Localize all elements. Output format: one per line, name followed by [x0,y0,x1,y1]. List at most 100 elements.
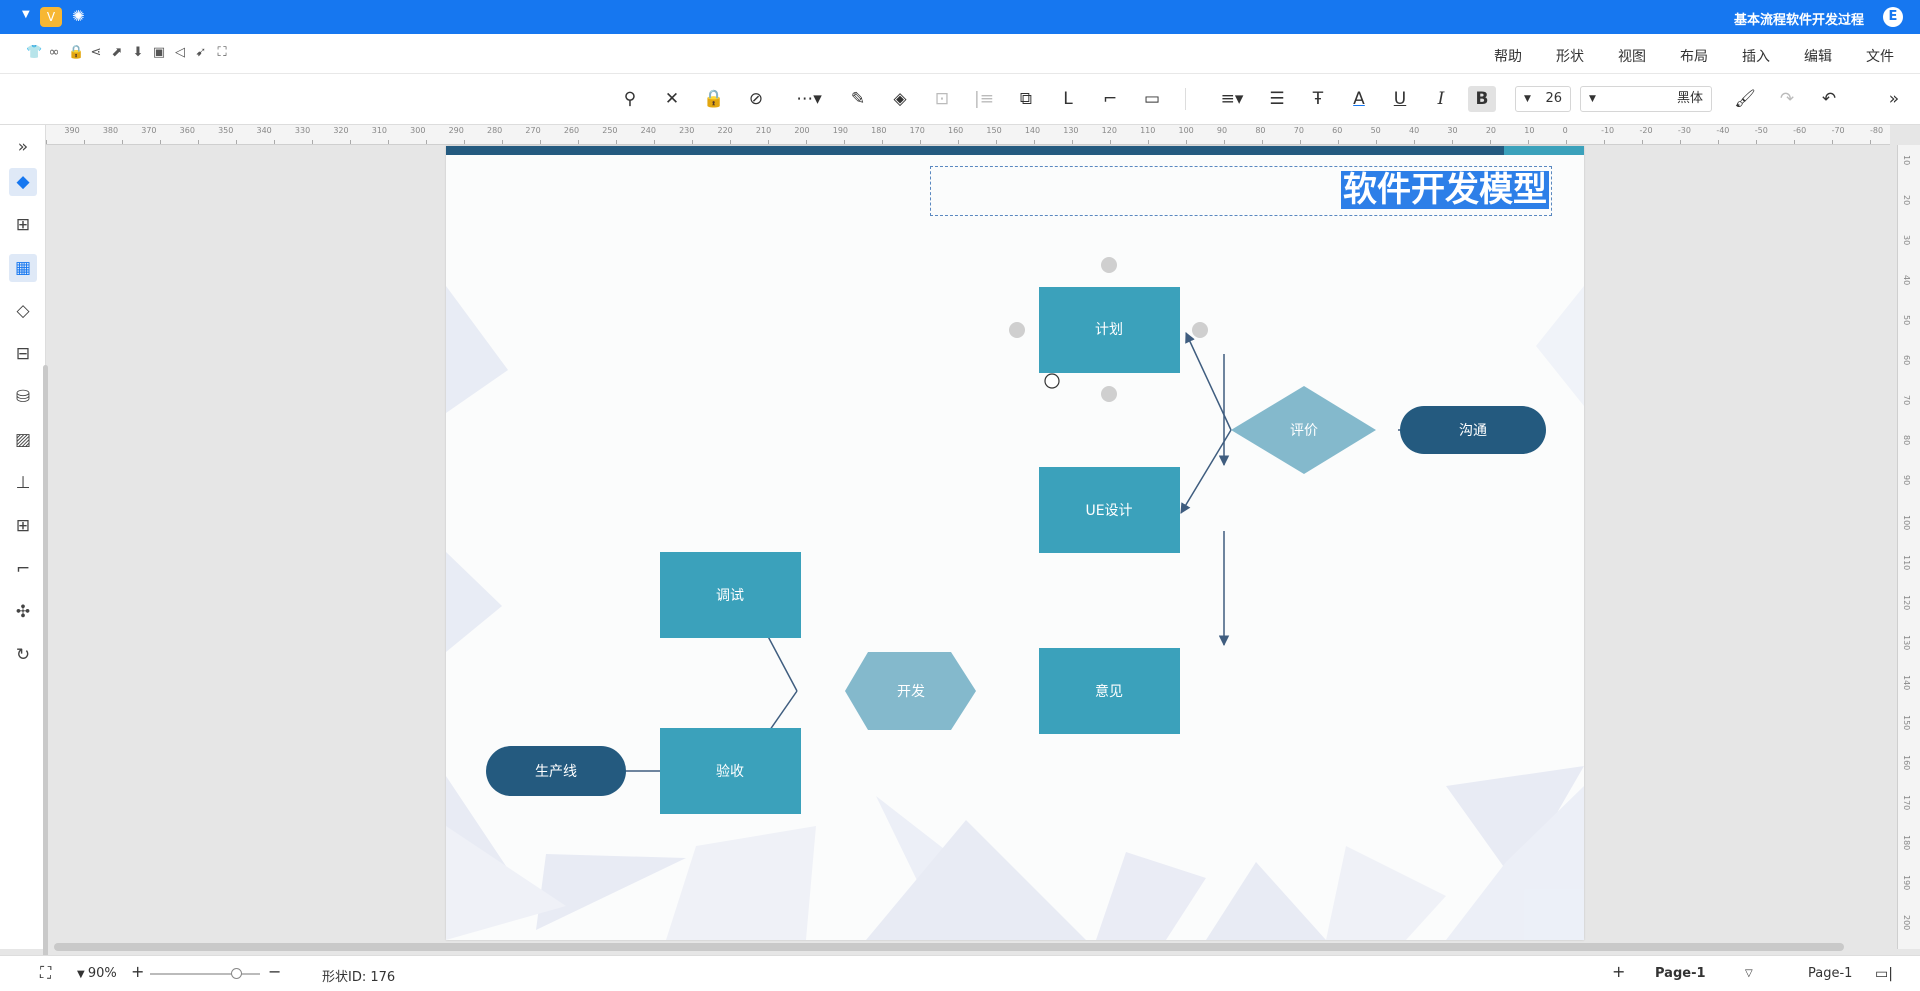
timeline-icon[interactable]: ⌐ [9,555,37,583]
add-page-icon[interactable]: + [1612,962,1625,981]
format-painter-icon[interactable]: ◆ [9,168,37,196]
theme-icon[interactable]: ✺ [72,7,85,25]
redo-icon[interactable]: ↷ [1773,86,1801,112]
image-icon[interactable]: ▨ [9,426,37,454]
fit-page-icon[interactable]: ⛶ [40,963,51,983]
ruler-tick-label: -10 [1601,126,1615,135]
crop-icon[interactable]: ⊘ [742,86,770,112]
fullscreen-icon[interactable]: ⛶ [215,45,229,60]
line-spacing-icon[interactable]: ≡▾ [1214,86,1250,112]
node-accept[interactable]: 验收 [660,728,801,814]
drawing-canvas[interactable]: 计划 UE设计 意见 调试 验收 开发 评价 沟通 生产线 软件开发模型 [446,146,1584,940]
menu-file[interactable]: 文件 [1866,46,1894,66]
search-icon[interactable]: ⚲ [616,86,644,112]
vip-icon[interactable]: V [40,7,62,27]
zoom-in-icon[interactable]: + [131,962,144,981]
pointer-icon[interactable]: ➹ [194,45,208,60]
node-production[interactable]: 生产线 [486,746,626,796]
layers-icon[interactable]: ◇ [9,297,37,325]
page-icon[interactable]: ⊞ [9,211,37,239]
font-color-icon[interactable]: A [1345,86,1373,112]
menu-layout[interactable]: 布局 [1680,46,1708,66]
download-icon[interactable]: ⬇ [131,45,145,60]
share-icon[interactable]: ⋖ [89,45,103,60]
play-icon[interactable]: ◁ [173,45,187,60]
node-ue-design[interactable]: UE设计 [1039,467,1180,553]
menu-insert[interactable]: 插入 [1742,46,1770,66]
pen-icon[interactable]: ✎ [844,86,872,112]
expand-icon[interactable]: » [9,133,37,161]
export-icon[interactable]: ⬈ [110,45,124,60]
zoom-slider-handle[interactable] [231,968,242,979]
node-opinion[interactable]: 意见 [1039,648,1180,734]
text-box-icon[interactable]: ▭ [1138,86,1166,112]
line-icon[interactable]: L [1054,86,1082,112]
ruler-tick-label: 30 [1902,235,1911,246]
fill-icon[interactable]: ◈ [886,86,914,112]
menu-edit[interactable]: 编辑 [1804,46,1832,66]
shape-id: 形状ID: 176 [322,970,396,985]
node-plan[interactable]: 计划 [1039,287,1180,373]
mindmap-icon[interactable]: ✣ [9,598,37,626]
lock-icon[interactable]: 🔒 [68,45,84,60]
text-style-icon[interactable]: Ŧ [1304,86,1332,112]
canvas-header-accent [1504,146,1584,155]
save-icon[interactable]: ▣ [152,45,166,60]
font-family-select[interactable]: 黑体 ▼ [1580,86,1712,112]
diagram-title-box[interactable]: 软件开发模型 [930,166,1552,216]
shirt-icon[interactable]: 👕 [26,45,42,60]
group-icon[interactable]: ⊡ [928,86,956,112]
menu-view[interactable]: 视图 [1618,46,1646,66]
page-select[interactable]: Page-1 [1808,966,1852,981]
underline-icon[interactable]: U [1386,86,1414,112]
node-plan-label: 计划 [1095,322,1123,338]
node-develop[interactable]: 开发 [845,652,976,730]
ruler-tick-label: 230 [679,126,695,135]
lock-icon[interactable]: 🔒 [700,86,728,112]
zoom-slider[interactable] [150,973,260,975]
vertical-scrollbar[interactable] [43,365,48,965]
node-debug[interactable]: 调试 [660,552,801,638]
zoom-dropdown[interactable]: ▼ 90% [77,966,117,981]
zoom-out-icon[interactable]: − [268,962,281,981]
node-ue-design-label: UE设计 [1085,503,1132,519]
horizontal-scrollbar[interactable] [54,943,1844,951]
ruler-tick-label: 30 [1447,126,1458,135]
connector-icon[interactable]: ⌐ [1096,86,1124,112]
diagram-title[interactable]: 软件开发模型 [1341,171,1549,209]
bold-icon[interactable]: B [1468,86,1496,112]
glasses-icon[interactable]: ∞ [47,45,61,60]
align-shapes-icon[interactable]: |≡ [970,86,998,112]
chevron-down-icon[interactable]: ▽ [1745,968,1753,979]
font-family-value: 黑体 [1676,91,1703,106]
node-communicate[interactable]: 沟通 [1400,406,1546,454]
ruler-tick-label: 40 [1902,275,1911,286]
menu-help[interactable]: 帮助 [1494,46,1522,66]
ruler-tick-label: 270 [525,126,541,135]
page-tab[interactable]: Page-1 [1655,966,1706,981]
format-painter-icon[interactable]: 🖌 [1731,86,1759,112]
line-style-icon[interactable]: ⋯▾ [789,86,829,112]
table-icon[interactable]: ⊞ [9,512,37,540]
node-evaluate[interactable]: 评价 [1231,386,1376,474]
undo-icon[interactable]: ↶ [1815,86,1843,112]
tools-icon[interactable]: ✕ [658,86,686,112]
menu-shape[interactable]: 形状 [1556,46,1584,66]
copy-style-icon[interactable]: ⧉ [1012,86,1040,112]
org-chart-icon[interactable]: ⊥ [9,469,37,497]
grid-icon[interactable]: ▦ [9,254,37,282]
ruler-tick-label: 120 [1902,595,1911,611]
dropdown-caret-icon[interactable]: ▼ [22,9,30,20]
font-size-select[interactable]: 26 ▼ [1515,86,1571,112]
page-panel-icon[interactable]: ▭| [1875,966,1893,982]
italic-icon[interactable]: I [1427,86,1455,112]
node-opinion-label: 意见 [1095,683,1123,700]
ruler-tick-label: 190 [1902,875,1911,891]
database-icon[interactable]: ⛁ [9,383,37,411]
node-evaluate-label: 评价 [1290,423,1318,439]
align-icon[interactable]: ☰ [1263,86,1291,112]
history-icon[interactable]: ↻ [9,641,37,669]
collapse-panel-icon[interactable]: » [1880,86,1908,112]
presentation-icon[interactable]: ⊟ [9,340,37,368]
ruler-tick-label: 150 [986,126,1002,135]
